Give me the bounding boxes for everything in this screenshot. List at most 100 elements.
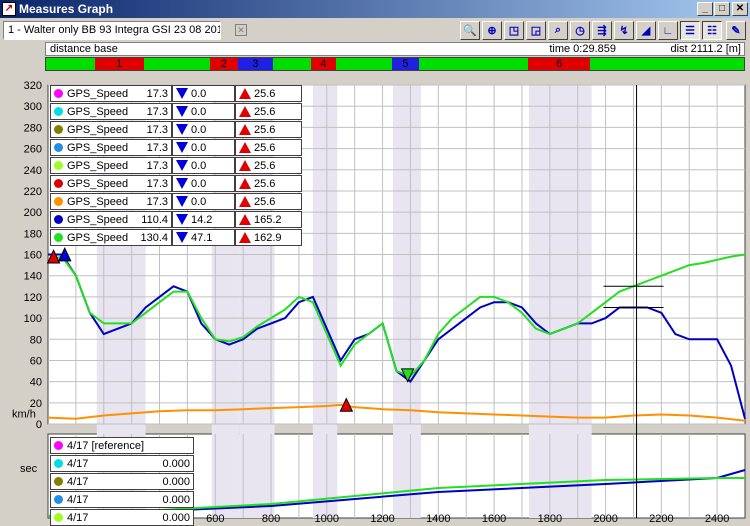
legend-row[interactable]: GPS_Speed 17.3 0.0 25.6 — [50, 193, 302, 210]
color-dot-icon — [54, 107, 63, 116]
legend-row[interactable]: GPS_Speed 17.3 0.0 25.6 — [50, 103, 302, 120]
sector-3[interactable]: 3 — [237, 58, 273, 70]
max-value: 25.6 — [254, 123, 276, 136]
app-icon: ↗ — [2, 2, 16, 16]
time-base-icon[interactable]: ◷ — [570, 21, 590, 40]
sector-1[interactable]: 1 — [94, 58, 144, 70]
channel-name: GPS_Speed — [67, 195, 129, 208]
session-close-icon[interactable]: ✕ — [235, 24, 247, 36]
info-bar: distance base time 0:29.859 dist 2111.2 … — [45, 42, 745, 56]
sector-4[interactable]: 4 — [311, 58, 336, 70]
zoom-in-icon[interactable]: ⊕ — [482, 21, 502, 40]
channel-name: GPS_Speed — [67, 159, 129, 172]
max-value: 25.6 — [254, 141, 276, 154]
min-triangle-icon — [176, 142, 188, 153]
max-triangle-icon — [239, 142, 251, 153]
window-title: Measures Graph — [19, 2, 114, 16]
lap-value: 0.000 — [162, 493, 190, 506]
lap-row[interactable]: 4/17 0.000 — [50, 455, 194, 472]
min-value: 0.0 — [191, 123, 207, 136]
y-tick-label: 220 — [24, 186, 42, 198]
max-triangle-icon — [239, 178, 251, 189]
color-dot-icon — [54, 143, 63, 152]
distance-readout: dist 2111.2 [m] — [670, 43, 741, 55]
legend-min: 0.0 — [172, 175, 235, 192]
min-triangle-icon — [176, 88, 188, 99]
channel-name: GPS_Speed — [67, 213, 129, 226]
channel-name: GPS_Speed — [67, 231, 129, 244]
markers-icon[interactable]: ◢ — [636, 21, 656, 40]
legend-min: 0.0 — [172, 121, 235, 138]
y-tick-label: 280 — [24, 122, 42, 134]
legend-max: 25.6 — [235, 121, 302, 138]
lap-name: 4/17 — [67, 475, 89, 488]
legend-min: 47.1 — [172, 229, 235, 246]
lap-value: 0.000 — [162, 511, 190, 524]
legend-row[interactable]: GPS_Speed 17.3 0.0 25.6 — [50, 157, 302, 174]
zoom-fit-icon[interactable]: ◲ — [526, 21, 546, 40]
color-dot-icon — [54, 513, 63, 522]
min-value: 47.1 — [191, 231, 213, 244]
channel-value: 17.3 — [146, 87, 168, 100]
sector-bar[interactable]: 123456 — [45, 57, 745, 71]
lap-name: 4/17 — [67, 457, 89, 470]
x-tick-label: 1800 — [538, 513, 562, 523]
lap-row[interactable]: 4/17 0.000 — [50, 509, 194, 526]
close-button[interactable]: ✕ — [732, 2, 748, 16]
legend-row[interactable]: GPS_Speed 130.4 47.1 162.9 — [50, 229, 302, 246]
legend-row[interactable]: GPS_Speed 17.3 0.0 25.6 — [50, 139, 302, 156]
y-tick-label: 300 — [24, 101, 42, 113]
color-dot-icon — [54, 161, 63, 170]
y-tick-label: 80 — [30, 334, 42, 346]
max-triangle-icon — [239, 196, 251, 207]
lap-name: 4/17 — [67, 511, 89, 524]
max-triangle-icon — [239, 124, 251, 135]
x-tick-label: 800 — [262, 513, 280, 523]
maximize-button[interactable]: □ — [714, 2, 730, 16]
zoom-area-icon[interactable]: ◳ — [504, 21, 524, 40]
channel-value: 17.3 — [146, 159, 168, 172]
x-tick-label: 2000 — [593, 513, 617, 523]
color-dot-icon — [54, 459, 63, 468]
grid-icon[interactable]: ☰ — [680, 21, 700, 40]
track-icon[interactable]: ↯ — [614, 21, 634, 40]
settings-wrench-icon[interactable]: ✎ — [726, 21, 746, 40]
channel-name: GPS_Speed — [67, 123, 129, 136]
sector-2[interactable]: 2 — [210, 58, 238, 70]
legend-row[interactable]: GPS_Speed 17.3 0.0 25.6 — [50, 175, 302, 192]
min-triangle-icon — [176, 214, 188, 225]
minimize-button[interactable]: _ — [697, 2, 713, 16]
y-tick-label: 180 — [24, 228, 42, 240]
channel-name: GPS_Speed — [67, 141, 129, 154]
list-icon[interactable]: ☷ — [702, 21, 722, 40]
time-readout: time 0:29.859 — [549, 43, 616, 55]
y-tick-label: 120 — [24, 292, 42, 304]
legend-row[interactable]: GPS_Speed 17.3 0.0 25.6 — [50, 121, 302, 138]
y-tick-label: 240 — [24, 165, 42, 177]
sector-5[interactable]: 5 — [391, 58, 420, 70]
min-value: 0.0 — [191, 177, 207, 190]
lap-value: 0.000 — [162, 475, 190, 488]
y-tick-label: 60 — [30, 355, 42, 367]
legend-max: 25.6 — [235, 193, 302, 210]
zoom-reset-icon[interactable]: ⌕ — [548, 21, 568, 40]
distance-base-icon[interactable]: ⇶ — [592, 21, 612, 40]
legend-min: 0.0 — [172, 157, 235, 174]
legend-row[interactable]: GPS_Speed 17.3 0.0 25.6 — [50, 85, 302, 102]
legend-row[interactable]: GPS_Speed 110.4 14.2 165.2 — [50, 211, 302, 228]
zoom-2d-icon[interactable]: 🔍 — [460, 21, 480, 40]
color-dot-icon — [54, 179, 63, 188]
lap-row[interactable]: 4/17 0.000 — [50, 473, 194, 490]
color-dot-icon — [54, 441, 63, 450]
axis-icon[interactable]: ∟ — [658, 21, 678, 40]
x-tick-label: 600 — [206, 513, 224, 523]
lap-row[interactable]: 4/17 [reference] — [50, 437, 194, 454]
sector-6[interactable]: 6 — [527, 58, 591, 70]
lap-row[interactable]: 4/17 0.000 — [50, 491, 194, 508]
window-titlebar: ↗ Measures Graph _ □ ✕ — [0, 0, 750, 18]
legend-min: 0.0 — [172, 85, 235, 102]
toolbar: 1 - Walter only BB 93 Integra GSI 23 08 … — [0, 19, 750, 41]
legend-channel: GPS_Speed 110.4 — [50, 211, 172, 228]
color-dot-icon — [54, 477, 63, 486]
session-selector[interactable]: 1 - Walter only BB 93 Integra GSI 23 08 … — [3, 20, 221, 40]
